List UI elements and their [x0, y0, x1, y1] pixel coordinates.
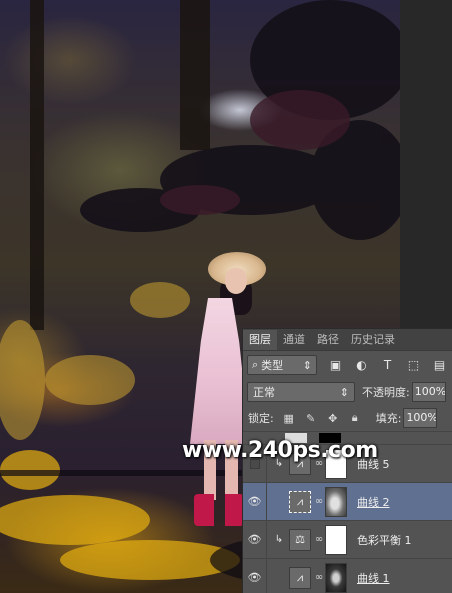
filter-kind-select[interactable]: ⌕ 类型 ⇕ — [247, 355, 317, 375]
blend-mode-value: 正常 — [253, 386, 275, 399]
search-icon: ⌕ — [252, 358, 259, 371]
clip-arrow-icon: ↳ — [274, 534, 284, 545]
layer-name[interactable]: 曲线 2 — [357, 494, 390, 510]
curves-icon: ⩘ — [289, 566, 311, 589]
shape-filter-icon[interactable]: ⬚ — [406, 358, 421, 373]
type-filter-icon[interactable]: T — [380, 358, 395, 373]
opacity-input[interactable]: 100% — [411, 382, 446, 402]
filter-row: ⌕ 类型 ⇕ ▣ ◐ T ⬚ ▤ — [243, 351, 452, 379]
layer-mask-thumbnail[interactable] — [325, 486, 347, 517]
panel-tabs: 图层 通道 路径 历史记录 — [243, 329, 452, 351]
layer-mask-thumbnail[interactable] — [325, 562, 347, 593]
layer-row[interactable]: 👁︎ ⩘ ∞ 曲线 1 — [243, 558, 452, 593]
stepper-arrows-icon: ⇕ — [302, 358, 312, 372]
watermark-text: www.240ps.com — [182, 438, 378, 463]
girl-shoes — [194, 494, 244, 526]
eye-icon[interactable]: 👁︎ — [243, 482, 267, 521]
layer-row[interactable]: 👁︎ ⩘ ∞ 曲线 2 — [243, 482, 452, 521]
lock-row: 锁定: ▦ ✎ ✥ 🔒︎ 填充: 100% — [243, 405, 452, 431]
filter-kind-label: 类型 — [261, 359, 284, 372]
tab-layers[interactable]: 图层 — [243, 330, 277, 350]
lock-label: 锁定: — [248, 412, 274, 425]
fill-input[interactable]: 100% — [403, 408, 438, 428]
layer-mask-thumbnail[interactable] — [325, 524, 347, 555]
opacity-label: 不透明度: — [362, 386, 410, 399]
lock-position-icon[interactable]: ✥ — [326, 411, 340, 425]
blend-row: 正常 ⇕ 不透明度: 100% — [243, 379, 452, 405]
eye-icon[interactable]: 👁︎ — [243, 558, 267, 593]
lock-all-icon[interactable]: 🔒︎ — [348, 411, 362, 425]
tab-history[interactable]: 历史记录 — [345, 330, 401, 350]
stepper-arrows-icon: ⇕ — [339, 385, 349, 399]
girl-face — [225, 268, 247, 294]
link-icon[interactable]: ∞ — [313, 534, 325, 545]
color-balance-icon: ⚖︎ — [289, 528, 311, 551]
lock-transparent-icon[interactable]: ▦ — [282, 411, 296, 425]
tab-channels[interactable]: 通道 — [277, 330, 311, 350]
smart-object-filter-icon[interactable]: ▤ — [432, 358, 447, 373]
tab-paths[interactable]: 路径 — [311, 330, 345, 350]
fill-label: 填充: — [375, 412, 402, 425]
link-icon[interactable]: ∞ — [313, 496, 325, 507]
blend-mode-select[interactable]: 正常 ⇕ — [247, 382, 355, 402]
adjustment-filter-icon[interactable]: ◐ — [354, 358, 369, 373]
image-filter-icon[interactable]: ▣ — [328, 358, 343, 373]
curves-icon: ⩘ — [289, 490, 311, 513]
layer-name[interactable]: 色彩平衡 1 — [357, 532, 412, 548]
layer-row[interactable]: 👁︎ ↳ ⚖︎ ∞ 色彩平衡 1 — [243, 520, 452, 559]
layer-name[interactable]: 曲线 1 — [357, 570, 390, 586]
link-icon[interactable]: ∞ — [313, 572, 325, 583]
lock-image-icon[interactable]: ✎ — [304, 411, 318, 425]
eye-icon[interactable]: 👁︎ — [243, 520, 267, 559]
